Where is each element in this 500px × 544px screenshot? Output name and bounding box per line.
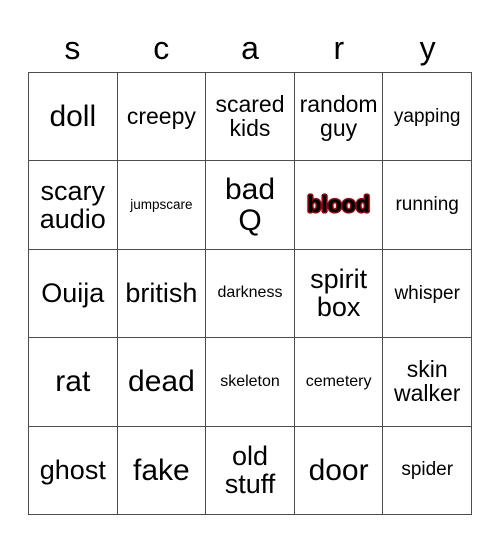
bingo-cell-label: Ouija (41, 278, 105, 309)
bingo-cell-label: dead (128, 365, 195, 399)
bingo-cell-label: spider (401, 459, 454, 481)
bingo-cell[interactable]: scary audio (29, 161, 118, 250)
bingo-cell[interactable]: british (117, 249, 207, 339)
bingo-cell-label: jumpscare (130, 197, 193, 213)
bingo-cell[interactable]: spider (383, 426, 472, 515)
bingo-cell-label: bad Q (224, 172, 276, 238)
bingo-cell-label: rat (55, 365, 91, 399)
bingo-cell[interactable]: yapping (383, 73, 472, 162)
header-letter-1: c (153, 30, 170, 66)
bingo-cell-label: old stuff (224, 441, 276, 500)
bingo-cell-label: darkness (217, 284, 283, 302)
bingo-cell-label: whisper (394, 282, 460, 304)
bingo-cell-label: cemetery (305, 372, 372, 390)
bingo-cell[interactable]: skeleton (206, 338, 295, 427)
bingo-cell[interactable]: darkness (206, 249, 295, 339)
bingo-cell-label: skeleton (220, 372, 280, 390)
bingo-cell-label: ghost (39, 455, 106, 486)
bingo-cell[interactable]: random guy (294, 73, 384, 162)
bingo-cell-label: door (308, 453, 369, 487)
bingo-cell[interactable]: scared kids (206, 73, 295, 162)
bingo-cell-label: scared kids (215, 90, 285, 141)
bingo-cell-label: scary audio (39, 176, 106, 235)
bingo-cell-label: doll (49, 100, 97, 134)
bingo-cell[interactable]: creepy (117, 73, 207, 162)
bingo-cell[interactable]: Ouija (29, 249, 118, 339)
bingo-cell-label: skin walker (393, 355, 461, 406)
bingo-cell-label: random guy (299, 90, 378, 141)
bingo-header: s c a r y (28, 24, 472, 72)
bingo-cell-label: yapping (393, 105, 461, 127)
bingo-cell[interactable]: bad Q (206, 161, 295, 250)
bingo-cell[interactable]: jumpscare (117, 161, 207, 250)
bingo-cell-label: blood (307, 191, 370, 218)
bingo-cell[interactable]: running (383, 161, 472, 250)
bingo-cell[interactable]: spirit box (294, 249, 384, 339)
header-letter-3: r (333, 30, 345, 66)
bingo-cell[interactable]: dead (117, 338, 207, 427)
bingo-cell[interactable]: doll (29, 73, 118, 162)
bingo-cell-label: running (395, 194, 459, 216)
bingo-cell-label: creepy (126, 102, 196, 129)
bingo-cell[interactable]: rat (29, 338, 118, 427)
bingo-cell-label: british (125, 278, 198, 309)
bingo-card: s c a r y doll creepy scared kids random gu… (0, 0, 500, 544)
bingo-cell[interactable]: skin walker (383, 338, 472, 427)
bingo-cell[interactable]: fake (117, 426, 207, 515)
bingo-grid: doll creepy scared kids random guy yapping sc… (28, 72, 472, 515)
bingo-cell-label: spirit box (310, 264, 368, 323)
header-letter-0: s (64, 30, 81, 66)
bingo-cell[interactable]: blood (294, 161, 384, 250)
bingo-cell[interactable]: whisper (383, 249, 472, 339)
bingo-cell[interactable]: cemetery (294, 338, 384, 427)
bingo-cell[interactable]: door (294, 426, 384, 515)
bingo-cell[interactable]: old stuff (206, 426, 295, 515)
header-letter-2: a (241, 30, 259, 66)
bingo-cell[interactable]: ghost (29, 426, 118, 515)
header-letter-4: y (419, 30, 436, 66)
bingo-cell-label: fake (133, 453, 190, 487)
